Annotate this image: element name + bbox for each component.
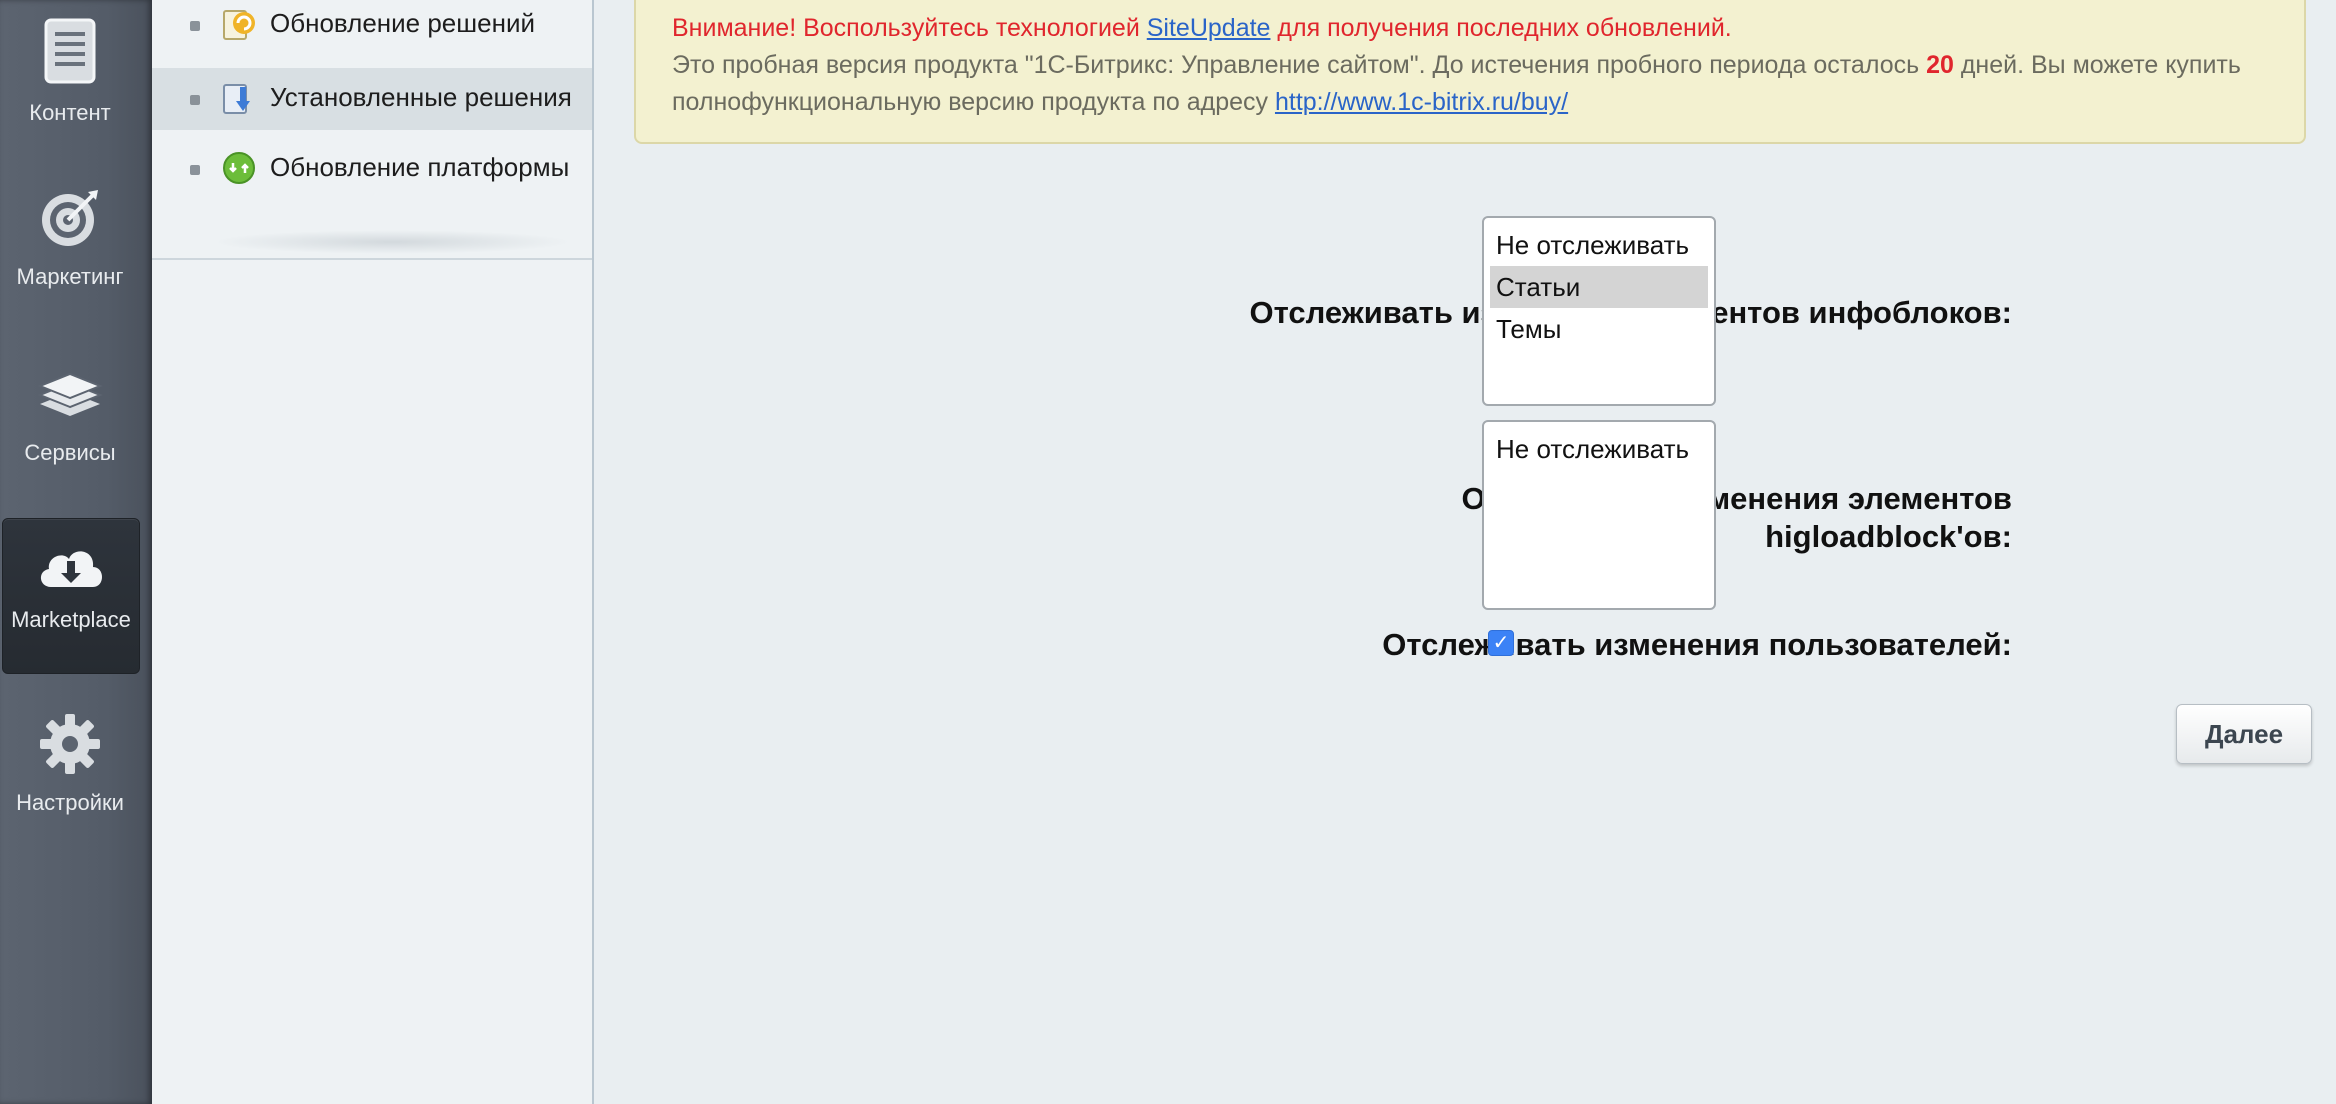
nav-item-marketing[interactable]: Маркетинг xyxy=(2,186,138,316)
nav-item-label: Контент xyxy=(29,100,111,125)
submenu-item-installed-solutions[interactable]: Установленные решения xyxy=(152,68,592,130)
cloud-download-icon xyxy=(3,541,139,599)
submenu-item-platform-update[interactable]: Обновление платформы xyxy=(152,138,592,200)
listbox-option-selected[interactable]: Статьи xyxy=(1490,266,1708,308)
listbox-option[interactable]: Не отслеживать xyxy=(1490,224,1708,266)
listbox-option[interactable]: Темы xyxy=(1490,308,1708,350)
submenu-item-update-solutions[interactable]: Обновление решений xyxy=(152,0,592,56)
nav-item-settings[interactable]: Настройки xyxy=(2,712,138,842)
nav-item-services[interactable]: Сервисы xyxy=(2,364,138,494)
main-content: Внимание! Воспользуйтесь технологией Sit… xyxy=(594,0,2336,1104)
gear-icon xyxy=(2,712,138,782)
checkmark-icon: ✓ xyxy=(1492,632,1510,654)
trial-notice: Внимание! Воспользуйтесь технологией Sit… xyxy=(634,0,2306,144)
submenu-panel: Обновление решений Установленные решения… xyxy=(152,0,594,1104)
document-icon xyxy=(2,16,138,92)
nav-item-content[interactable]: Контент xyxy=(2,16,138,146)
bullet-icon xyxy=(190,21,200,31)
update-warning-line: Внимание! Воспользуйтесь технологией Sit… xyxy=(672,10,2268,47)
update-solutions-icon xyxy=(222,7,256,41)
listbox-option[interactable]: Не отслеживать xyxy=(1490,428,1708,470)
installed-solutions-icon xyxy=(222,81,256,115)
platform-update-icon xyxy=(222,151,256,185)
main-nav-panel: Контент Маркетинг Сервисы Marketplace На… xyxy=(0,0,152,1104)
warning-suffix: для получения последних обновлений. xyxy=(1277,14,1732,42)
siteupdate-link[interactable]: SiteUpdate xyxy=(1147,14,1271,42)
next-button[interactable]: Далее xyxy=(2176,704,2312,764)
trial-text-1: Это пробная версия продукта "1С-Битрикс:… xyxy=(672,51,1920,79)
warning-prefix: Внимание! Воспользуйтесь технологией xyxy=(672,14,1140,42)
submenu-item-label: Обновление решений xyxy=(270,8,535,38)
submenu-item-label: Установленные решения xyxy=(270,82,572,112)
nav-item-marketplace[interactable]: Marketplace xyxy=(2,518,140,674)
trial-text: Это пробная версия продукта "1С-Битрикс:… xyxy=(672,47,2268,121)
submenu-shadow xyxy=(212,230,572,254)
nav-item-label: Marketplace xyxy=(11,607,131,632)
nav-item-label: Сервисы xyxy=(24,440,116,465)
buy-link[interactable]: http://www.1c-bitrix.ru/buy/ xyxy=(1275,88,1568,116)
submenu-item-label: Обновление платформы xyxy=(270,152,570,182)
layers-icon xyxy=(2,364,138,432)
target-icon xyxy=(2,186,138,256)
bullet-icon xyxy=(190,165,200,175)
iblock-tracking-listbox[interactable]: Не отслеживать Статьи Темы xyxy=(1482,216,1716,406)
users-tracking-checkbox[interactable]: ✓ xyxy=(1488,630,1514,656)
highload-tracking-listbox[interactable]: Не отслеживать xyxy=(1482,420,1716,610)
nav-item-label: Маркетинг xyxy=(16,264,124,289)
bullet-icon xyxy=(190,95,200,105)
users-tracking-label: Отслеживать изменения пользователей: xyxy=(1382,627,2012,662)
submenu-divider xyxy=(152,258,592,260)
nav-item-label: Настройки xyxy=(16,790,124,815)
trial-days-left: 20 xyxy=(1926,51,1954,79)
